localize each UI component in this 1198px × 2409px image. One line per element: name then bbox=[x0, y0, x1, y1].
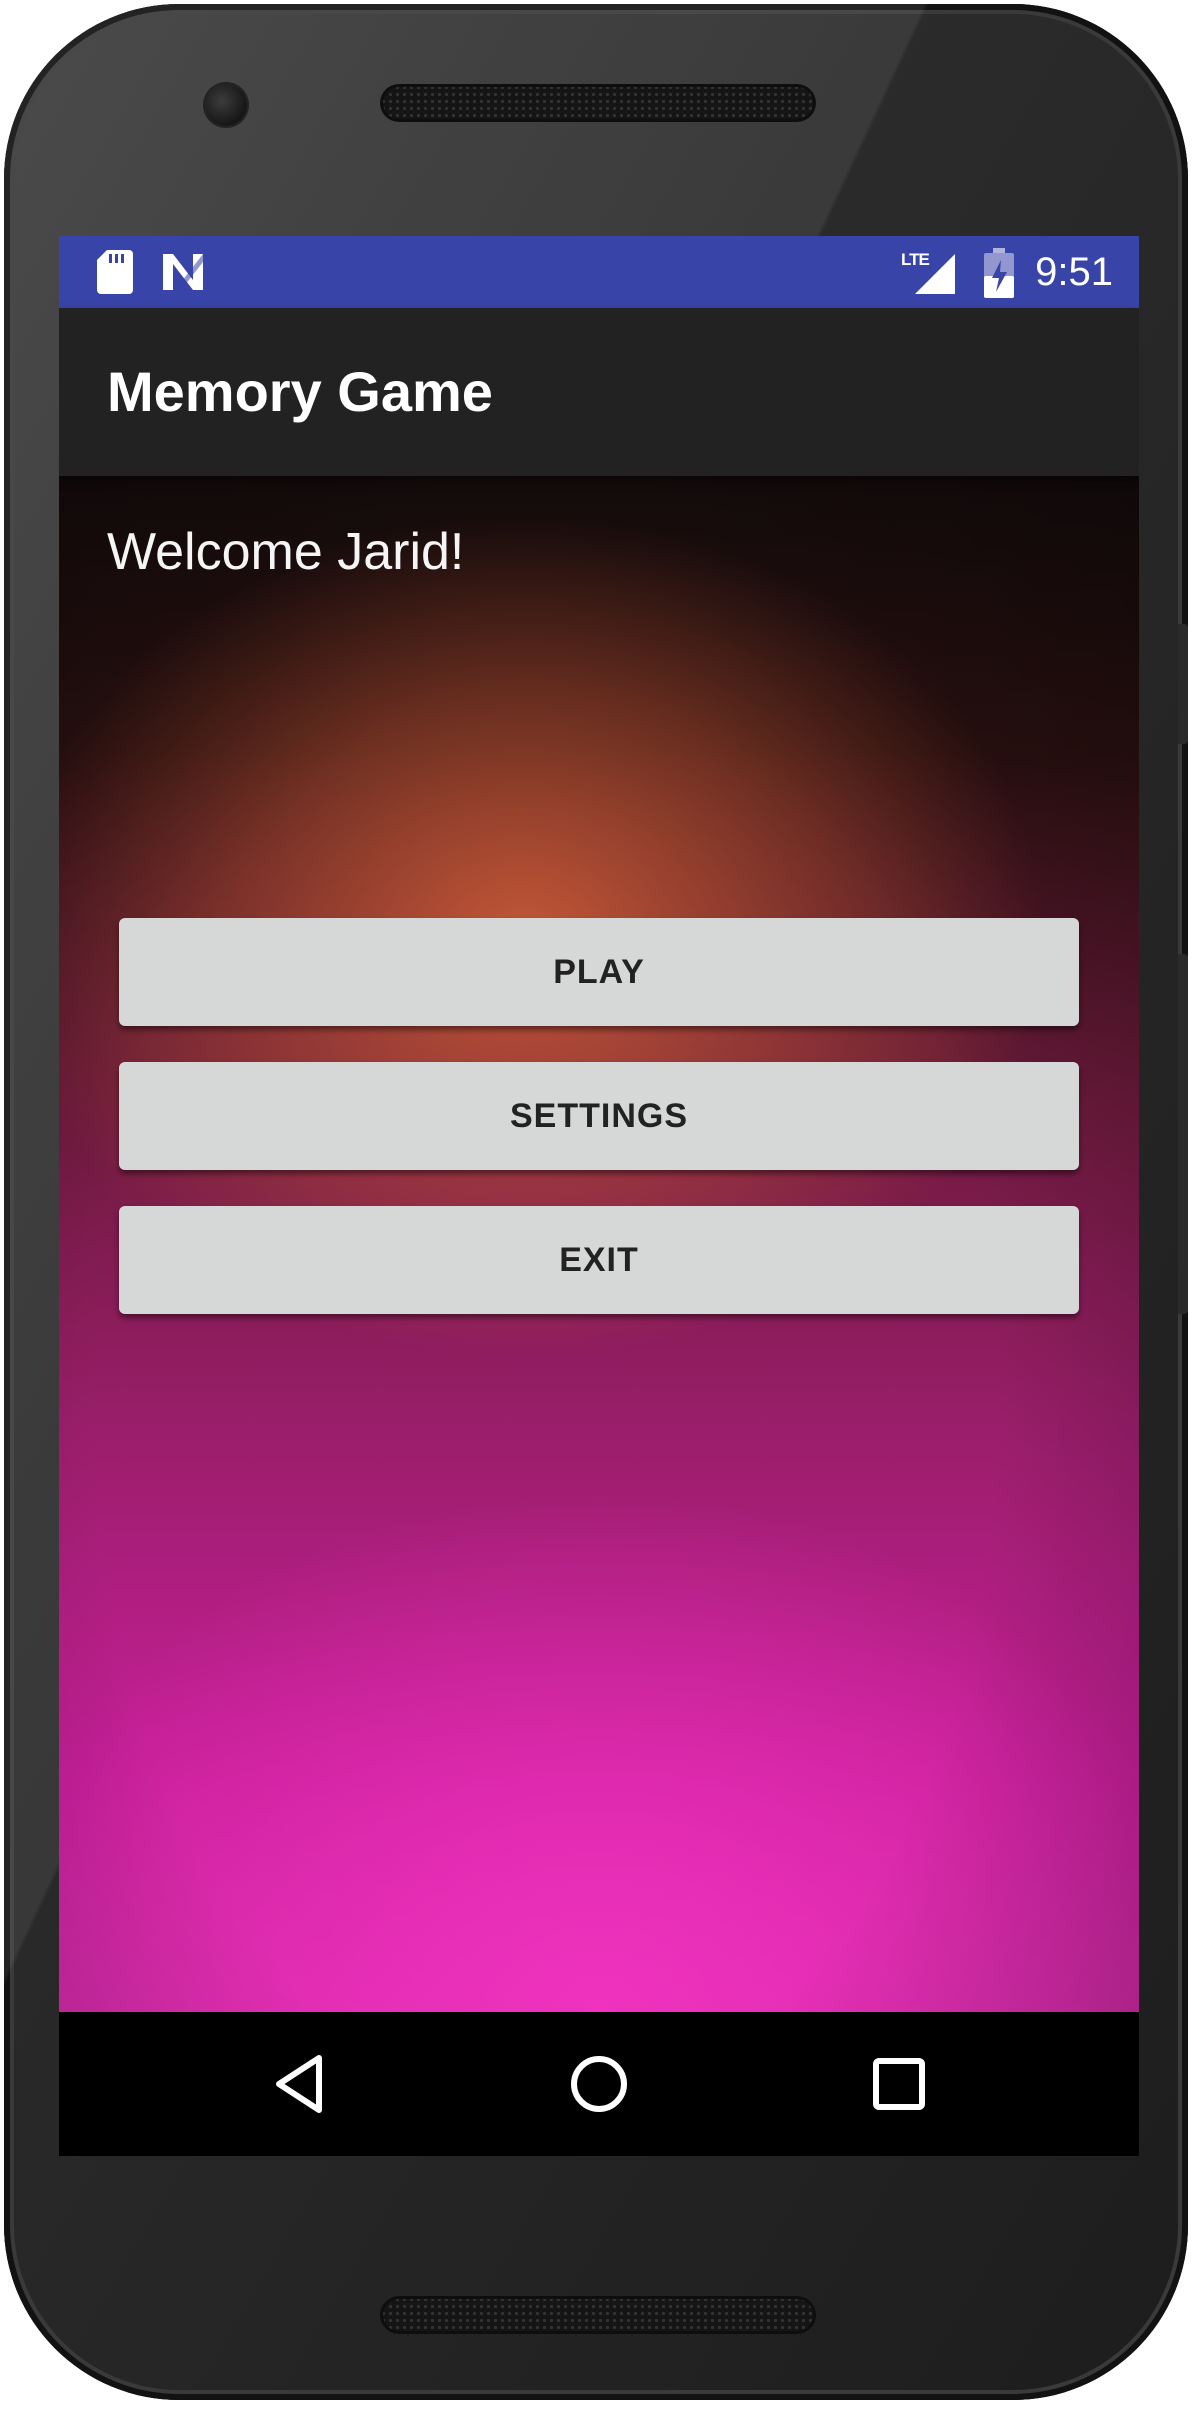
welcome-text: Welcome Jarid! bbox=[107, 523, 465, 581]
play-button[interactable]: PLAY bbox=[119, 918, 1079, 1026]
main-content: Welcome Jarid! PLAY SETTINGS EXIT bbox=[59, 476, 1139, 2012]
home-icon[interactable] bbox=[549, 2034, 649, 2134]
sd-card-icon bbox=[95, 250, 135, 294]
phone-frame: LTE 9:51 Memory Game Welcome Jarid! PLAY bbox=[4, 4, 1188, 2400]
app-bar: Memory Game bbox=[59, 308, 1139, 476]
settings-button[interactable]: SETTINGS bbox=[119, 1062, 1079, 1170]
status-time: 9:51 bbox=[1035, 250, 1113, 294]
screen: LTE 9:51 Memory Game Welcome Jarid! PLAY bbox=[59, 236, 1139, 2156]
exit-button[interactable]: EXIT bbox=[119, 1206, 1079, 1314]
navigation-bar bbox=[59, 2012, 1139, 2156]
power-button bbox=[1178, 624, 1188, 744]
battery-charging-icon bbox=[983, 248, 1015, 298]
bottom-speaker bbox=[380, 2296, 816, 2334]
volume-button bbox=[1178, 954, 1188, 1314]
recents-icon[interactable] bbox=[849, 2034, 949, 2134]
back-icon[interactable] bbox=[249, 2034, 349, 2134]
front-camera bbox=[205, 84, 247, 126]
app-title: Memory Game bbox=[107, 360, 493, 423]
top-speaker bbox=[380, 84, 816, 122]
lte-signal-icon: LTE bbox=[901, 248, 957, 296]
n-notification-icon bbox=[161, 252, 205, 292]
status-bar: LTE 9:51 bbox=[59, 236, 1139, 308]
